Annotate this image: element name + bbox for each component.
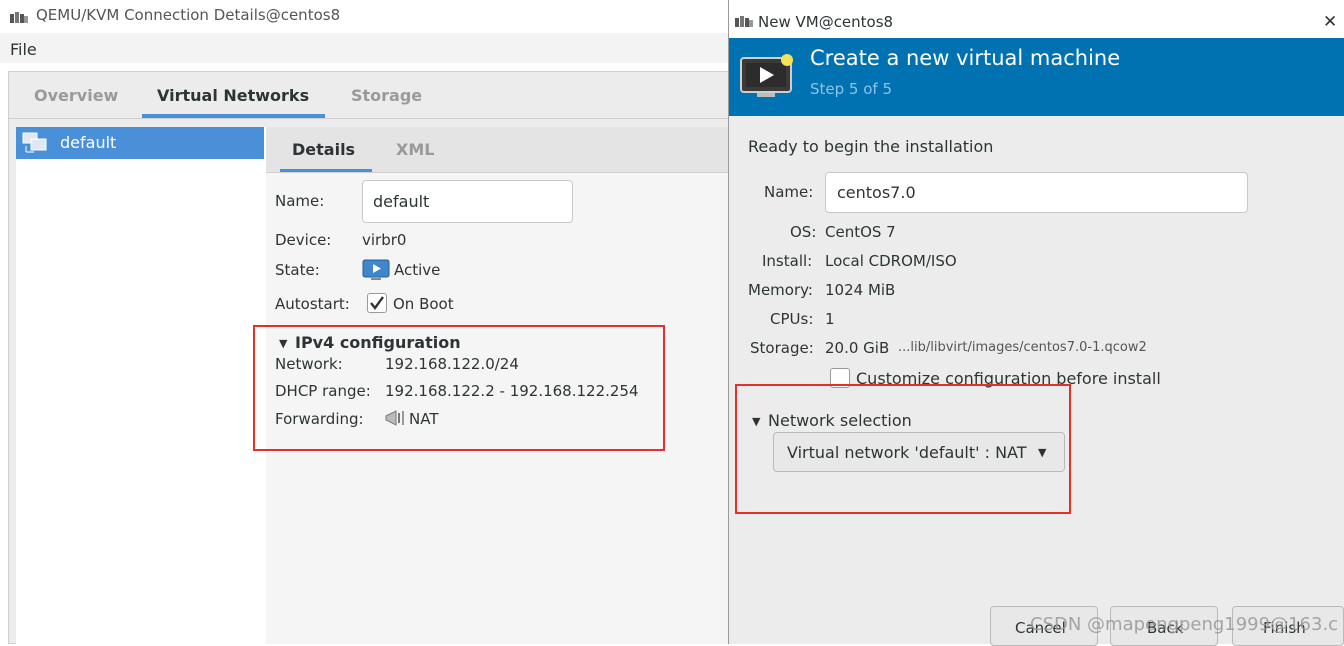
state-label: State: [275, 261, 320, 279]
network-icon [22, 132, 48, 158]
ipv4-section-header[interactable]: IPv4 configuration [295, 333, 461, 352]
install-label: Install: [762, 252, 813, 270]
network-selection-dropdown[interactable]: Virtual network 'default' : NAT ▼ [773, 432, 1065, 472]
active-tab-indicator [142, 114, 325, 118]
memory-label: Memory: [748, 281, 813, 299]
tab-overview[interactable]: Overview [34, 86, 118, 105]
left-window-titlebar: QEMU/KVM Connection Details@centos8 [0, 0, 730, 33]
virt-manager-icon [10, 9, 28, 28]
virt-manager-icon [735, 13, 753, 32]
vm-name-label: Name: [764, 183, 814, 201]
state-value: Active [394, 261, 441, 279]
expander-down-icon[interactable]: ▼ [752, 415, 760, 428]
network-selection-value: Virtual network 'default' : NAT [787, 443, 1027, 462]
dialog-title: New VM@centos8 [758, 13, 894, 31]
autostart-value: On Boot [393, 295, 454, 313]
tab-xml[interactable]: XML [396, 140, 434, 159]
vm-name-value: centos7.0 [837, 183, 916, 202]
cpus-label: CPUs: [770, 310, 814, 328]
autostart-checkbox[interactable] [367, 293, 387, 313]
dhcp-range-value: 192.168.122.2 - 192.168.122.254 [385, 382, 639, 400]
tab-details[interactable]: Details [292, 140, 355, 159]
ipv4-network-value: 192.168.122.0/24 [385, 355, 519, 373]
watermark: CSDN @mapengpeng1999@163.c [1030, 614, 1339, 635]
device-label: Device: [275, 231, 332, 249]
ready-text: Ready to begin the installation [748, 137, 994, 156]
tab-storage[interactable]: Storage [351, 86, 422, 105]
network-list-item-default[interactable]: default [16, 127, 264, 159]
network-name-field[interactable]: default [362, 180, 573, 223]
name-label: Name: [275, 192, 325, 210]
state-active-icon [362, 259, 390, 285]
install-value: Local CDROM/ISO [825, 252, 957, 270]
active-subtab-indicator [280, 169, 372, 172]
forwarding-value: NAT [409, 410, 439, 428]
dhcp-range-label: DHCP range: [275, 382, 371, 400]
memory-value: 1024 MiB [825, 281, 896, 299]
network-name-value: default [373, 192, 430, 211]
chevron-down-icon: ▼ [1038, 446, 1047, 459]
storage-path: ...lib/libvirt/images/centos7.0-1.qcow2 [898, 340, 1147, 355]
vm-name-field[interactable]: centos7.0 [825, 172, 1248, 213]
device-value: virbr0 [362, 231, 407, 249]
new-vm-icon [739, 52, 797, 106]
detail-sub-tabs: Details XML [266, 127, 730, 173]
menubar: File [0, 33, 730, 63]
cpus-value: 1 [825, 310, 835, 328]
dialog-titlebar: New VM@centos8 ✕ [729, 0, 1344, 38]
tab-virtual-networks[interactable]: Virtual Networks [157, 86, 309, 105]
storage-label: Storage: [750, 339, 814, 357]
ipv4-network-label: Network: [275, 355, 343, 373]
storage-size: 20.0 GiB [825, 339, 890, 357]
network-list [16, 127, 267, 644]
autostart-label: Autostart: [275, 295, 350, 313]
os-value: CentOS 7 [825, 223, 896, 241]
main-tabs: Overview Virtual Networks Storage [9, 72, 730, 119]
network-item-label: default [60, 133, 117, 152]
dialog-step-indicator: Step 5 of 5 [810, 80, 893, 98]
file-menu[interactable]: File [10, 40, 37, 59]
window-title: QEMU/KVM Connection Details@centos8 [36, 6, 341, 24]
nat-forwarding-icon [384, 408, 406, 432]
close-icon[interactable]: ✕ [1323, 12, 1337, 32]
network-selection-header[interactable]: Network selection [768, 411, 912, 430]
checkmark-icon [370, 296, 384, 310]
os-label: OS: [790, 223, 817, 241]
dialog-heading: Create a new virtual machine [810, 46, 1121, 70]
forwarding-label: Forwarding: [275, 410, 364, 428]
expander-down-icon[interactable]: ▼ [279, 337, 287, 350]
